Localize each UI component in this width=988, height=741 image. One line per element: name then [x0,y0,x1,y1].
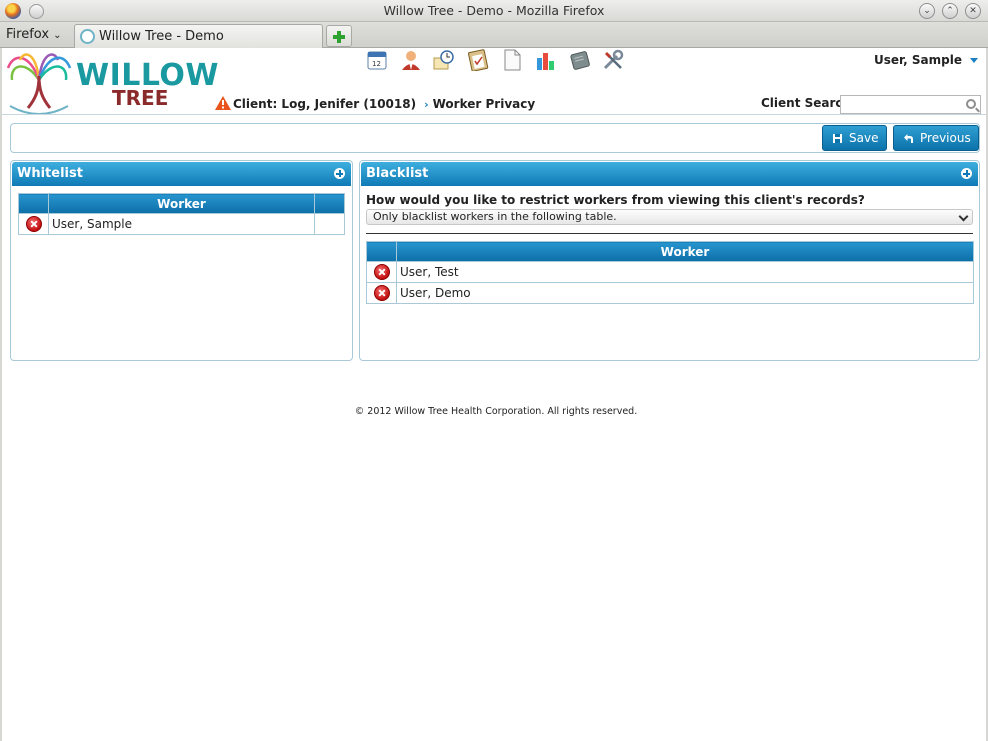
whitelist-column-worker: Worker [48,193,315,214]
tab-willow-tree[interactable]: Willow Tree - Demo [74,24,323,48]
whitelist-title: Whitelist [17,166,83,181]
tab-bar: Firefox ⌄ Willow Tree - Demo [0,22,988,48]
firefox-menu-button[interactable]: Firefox ⌄ [6,27,62,42]
page-content: WILLOW TREE 12 User, Sample Client: Log,… [0,48,988,741]
table-row: User, Sample [18,213,345,235]
chevron-down-icon: ⌄ [53,30,62,41]
restriction-mode-value: Only blacklist workers in the following … [373,210,617,223]
notebook-icon[interactable] [569,49,591,71]
whitelist-panel: Whitelist Worker User, Sample [10,160,353,361]
add-blacklist-icon[interactable] [961,168,972,179]
user-name: User, Sample [873,53,962,67]
whitelist-table: Worker User, Sample [18,193,345,235]
back-arrow-icon [904,134,913,143]
header-divider [2,114,986,115]
previous-button[interactable]: Previous [893,125,979,151]
blacklist-divider [366,233,973,234]
document-icon[interactable] [501,49,523,71]
willow-tree-logo[interactable]: WILLOW TREE [6,50,219,114]
clock-icon[interactable] [433,49,455,71]
restriction-mode-select[interactable]: Only blacklist workers in the following … [366,209,973,225]
blacklist-table: Worker User, Test User, Demo [366,241,974,304]
user-menu[interactable]: User, Sample [874,53,978,67]
new-tab-button[interactable] [326,25,352,47]
blacklist-header: Blacklist [361,162,978,186]
window-titlebar: Willow Tree - Demo - Mozilla Firefox ⌄ ⌃… [0,0,988,22]
minimize-button[interactable]: ⌄ [919,3,935,19]
person-icon[interactable] [400,49,422,71]
firefox-menu-label: Firefox [6,27,50,42]
close-window-button[interactable]: ✕ [965,3,981,19]
worker-cell: User, Demo [396,282,974,304]
client-search-box [840,95,981,114]
copyright-footer: © 2012 Willow Tree Health Corporation. A… [354,406,638,417]
worker-cell: User, Sample [48,213,315,235]
blacklist-title: Blacklist [366,166,429,181]
svg-text:12: 12 [372,60,381,68]
breadcrumb-client-link[interactable]: Client: Log, Jenifer (10018) [233,97,416,111]
save-button-label: Save [849,131,879,145]
breadcrumb-current-page: Worker Privacy [432,97,536,111]
client-search-input[interactable] [841,96,961,113]
client-search-label: Client Search [761,96,852,110]
previous-button-label: Previous [920,131,971,145]
window-title: Willow Tree - Demo - Mozilla Firefox [383,3,605,18]
blacklist-panel: Blacklist How would you like to restrict… [359,160,980,361]
table-row: User, Demo [366,282,974,304]
save-button[interactable]: Save [822,125,887,151]
tools-icon[interactable] [602,49,624,71]
add-whitelist-icon[interactable] [334,168,345,179]
floppy-disk-icon [833,134,842,143]
tree-logo-icon [6,53,72,114]
calendar-icon[interactable]: 12 [366,49,388,71]
search-icon[interactable] [966,99,976,109]
caret-down-icon [970,58,978,63]
whitelist-header: Whitelist [12,162,351,186]
chevron-right-icon: › [424,98,429,111]
breadcrumb: Client: Log, Jenifer (10018) › Worker Priv… [215,96,535,111]
clipboard-icon[interactable] [467,49,489,71]
blacklist-column-worker: Worker [396,241,974,262]
warning-icon [215,96,231,110]
delete-icon[interactable] [373,264,390,280]
chevron-down-icon [958,211,969,222]
bar-chart-icon[interactable] [535,49,557,71]
delete-icon[interactable] [25,216,42,232]
favicon-tree-icon [80,29,95,44]
restriction-question: How would you like to restrict workers f… [366,193,865,207]
maximize-button[interactable]: ⌃ [942,3,958,19]
logo-word-tree: TREE [112,86,169,110]
worker-cell: User, Test [396,261,974,283]
table-row: User, Test [366,261,974,283]
delete-icon[interactable] [373,285,390,301]
tab-label: Willow Tree - Demo [99,29,224,44]
action-bar: Save Previous [10,123,980,153]
